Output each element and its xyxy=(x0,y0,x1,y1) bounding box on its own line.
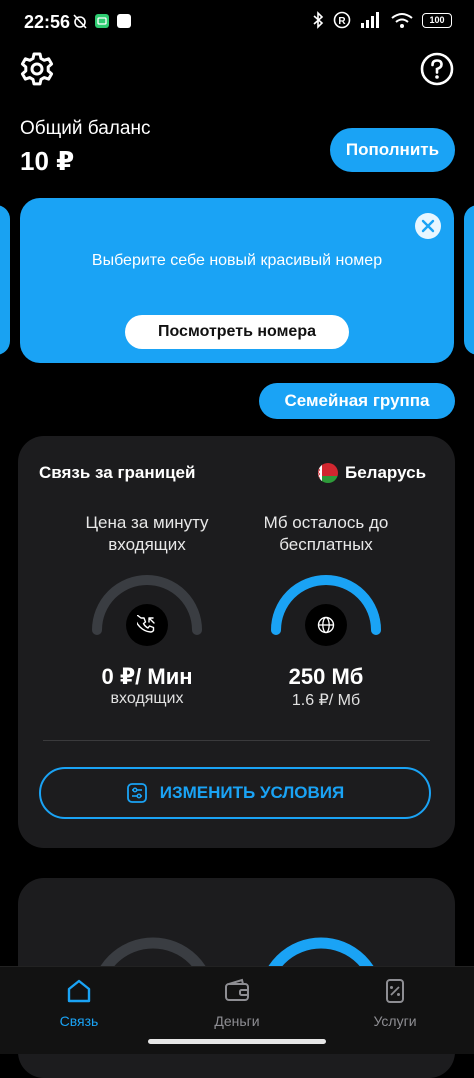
app-notification-icon xyxy=(117,14,131,28)
mb-price: 1.6 ₽/ Мб xyxy=(291,692,361,709)
previous-promo-card[interactable] xyxy=(0,205,10,355)
globe-icon xyxy=(317,616,335,634)
belarus-flag-icon xyxy=(318,463,338,483)
free-mb-caption: Мб осталось до бесплатных xyxy=(263,513,389,554)
promo-banner: Выберите себе новый красивый номер Посмо… xyxy=(20,198,454,363)
topup-button[interactable]: Пополнить xyxy=(330,128,455,172)
change-conditions-label: ИЗМЕНИТЬ УСЛОВИЯ xyxy=(159,783,345,802)
phone-incoming-icon xyxy=(137,615,155,633)
close-promo-button[interactable] xyxy=(415,213,441,239)
balance-value: 10 ₽ xyxy=(20,146,75,176)
settings-button[interactable] xyxy=(18,50,56,88)
view-numbers-button[interactable]: Посмотреть номера xyxy=(125,315,349,349)
card-divider xyxy=(43,740,430,741)
roaming-card: Связь за границей Беларусь Цена за минут… xyxy=(18,436,455,848)
home-icon xyxy=(67,979,91,1003)
incoming-price-caption: Цена за минуту входящих xyxy=(85,513,209,554)
sliders-icon xyxy=(126,783,147,803)
alarm-off-icon xyxy=(73,14,87,29)
nav-connection[interactable]: Связь xyxy=(19,977,139,1029)
home-indicator[interactable] xyxy=(148,1039,326,1044)
incoming-price-value: 0 ₽/ Мин xyxy=(101,664,193,689)
battery-level: 100 xyxy=(429,15,445,25)
gear-icon xyxy=(20,52,54,86)
nav-services[interactable]: Услуги xyxy=(335,977,455,1029)
incoming-price-unit: входящих xyxy=(110,690,184,707)
close-icon xyxy=(421,219,435,233)
registered-icon: R xyxy=(333,11,351,29)
nav-connection-label: Связь xyxy=(59,1013,99,1029)
promo-text: Выберите себе новый красивый номер xyxy=(91,252,383,269)
signal-icon xyxy=(361,12,379,28)
roaming-title: Связь за границей xyxy=(39,463,196,482)
help-button[interactable] xyxy=(420,52,454,86)
bluetooth-icon xyxy=(313,11,324,29)
nav-money-label: Деньги xyxy=(214,1013,260,1029)
wallet-icon xyxy=(225,978,249,1001)
internet-icon-badge xyxy=(305,604,347,646)
next-promo-card[interactable] xyxy=(464,205,474,355)
family-group-button[interactable]: Семейная группа xyxy=(259,383,455,419)
status-bar: 22:56 R 100 xyxy=(0,0,474,42)
question-icon xyxy=(420,52,454,86)
free-mb-value: 250 Мб xyxy=(288,664,364,689)
balance-label: Общий баланс xyxy=(20,118,151,139)
svg-text:R: R xyxy=(338,16,346,27)
status-icons: R 100 xyxy=(312,11,452,29)
wifi-icon xyxy=(391,13,413,28)
country-name: Беларусь xyxy=(345,463,427,482)
nav-money[interactable]: Деньги xyxy=(177,977,297,1029)
messenger-notification-icon xyxy=(95,14,109,28)
call-icon-badge xyxy=(126,604,168,646)
nav-services-label: Услуги xyxy=(373,1013,417,1029)
battery-icon: 100 xyxy=(422,12,452,28)
status-time: 22:56 xyxy=(24,12,71,32)
country-selector[interactable]: Беларусь xyxy=(317,462,426,484)
services-icon xyxy=(386,979,404,1003)
change-conditions-button[interactable]: ИЗМЕНИТЬ УСЛОВИЯ xyxy=(39,767,431,819)
